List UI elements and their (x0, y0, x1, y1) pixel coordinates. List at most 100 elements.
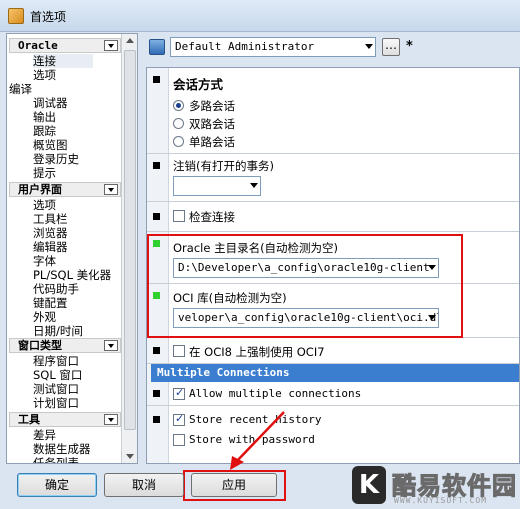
more-button[interactable]: … (382, 38, 400, 56)
watermark-url: WWW.KUYISOFT.COM (394, 496, 488, 505)
tree-item-label: 编译 (9, 82, 32, 96)
tree-item-label: 测试窗口 (33, 382, 79, 396)
history-section: Store recent history Store with password (147, 406, 519, 452)
tree-item-13[interactable]: 浏览器 (33, 226, 68, 240)
radio-multi-session[interactable] (173, 100, 184, 111)
force-oci7-checkbox[interactable] (173, 345, 185, 357)
tree-item-12[interactable]: 工具栏 (33, 212, 68, 226)
tree-item-label: 连接 (33, 54, 56, 68)
highlight-box-paths (147, 234, 463, 338)
multiple-connections-banner: Multiple Connections (151, 364, 519, 382)
tree-item-label: 提示 (33, 166, 56, 180)
tree-item-14[interactable]: 编辑器 (33, 240, 68, 254)
tree-item-1[interactable]: 连接 (33, 54, 93, 68)
check-connection-checkbox[interactable] (173, 210, 185, 222)
scroll-up-icon[interactable] (126, 38, 134, 43)
chevron-down-icon (250, 183, 258, 188)
tree-item-9[interactable]: 提示 (33, 166, 56, 180)
profile-select[interactable]: Default Administrator (170, 37, 376, 57)
radio-single-session-label: 单路会话 (189, 135, 235, 149)
tree-item-29[interactable]: 任务列表 (33, 456, 79, 464)
section-marker (153, 162, 160, 169)
tree-group-0[interactable]: Oracle (9, 38, 121, 53)
tree-item-label: 调试器 (33, 96, 68, 110)
collapse-icon[interactable] (104, 414, 118, 425)
tree-item-25[interactable]: 计划窗口 (33, 396, 79, 410)
tree-group-21[interactable]: 窗口类型 (9, 338, 121, 353)
annotation-arrow (230, 411, 285, 470)
allow-multiple-section: Allow multiple connections (147, 382, 519, 406)
tree-item-11[interactable]: 选项 (33, 198, 56, 212)
tree-item-label: Oracle (18, 39, 58, 52)
tree-item-15[interactable]: 字体 (33, 254, 56, 268)
check-connection-section: 检查连接 (147, 202, 519, 232)
apply-button[interactable]: 应用 (191, 473, 277, 497)
scroll-thumb[interactable] (124, 50, 136, 430)
section-marker (153, 213, 160, 220)
tree-item-label: 字体 (33, 254, 56, 268)
profile-toolbar: Default Administrator … * (144, 33, 520, 61)
watermark-logo: K (352, 466, 386, 504)
tree-item-3[interactable]: 编译 (9, 82, 32, 96)
allow-multiple-label: Allow multiple connections (189, 387, 362, 400)
store-password-checkbox[interactable] (173, 434, 185, 446)
radio-single-session[interactable] (173, 136, 184, 147)
tree-item-22[interactable]: 程序窗口 (33, 354, 79, 368)
logoff-label: 注销(有打开的事务) (173, 159, 274, 173)
tree-item-27[interactable]: 差异 (33, 428, 56, 442)
tree-item-label: 计划窗口 (33, 396, 79, 410)
tree-item-label: 日期/时间 (33, 324, 83, 338)
tree-item-label: 工具 (18, 413, 40, 426)
tree-item-label: 编辑器 (33, 240, 68, 254)
site-watermark: K 酷易软件园 WWW.KUYISOFT.COM (352, 464, 520, 509)
tree-item-label: SQL 窗口 (33, 368, 83, 382)
store-recent-checkbox[interactable] (173, 412, 185, 426)
tree-item-28[interactable]: 数据生成器 (33, 442, 91, 456)
tree-group-26[interactable]: 工具 (9, 412, 121, 427)
tree-item-label: 键配置 (33, 296, 68, 310)
allow-multiple-checkbox[interactable] (173, 386, 185, 400)
tree-item-7[interactable]: 概览图 (33, 138, 68, 152)
modified-marker: * (406, 39, 413, 54)
tree-item-23[interactable]: SQL 窗口 (33, 368, 82, 382)
radio-dual-session[interactable] (173, 118, 184, 129)
tree-item-19[interactable]: 外观 (33, 310, 56, 324)
session-heading: 会话方式 (173, 77, 224, 92)
section-marker (153, 390, 160, 397)
tree-item-24[interactable]: 测试窗口 (33, 382, 79, 396)
collapse-icon[interactable] (104, 184, 118, 195)
tree-item-4[interactable]: 调试器 (33, 96, 68, 110)
collapse-icon[interactable] (104, 340, 118, 351)
profile-select-value: Default Administrator (175, 40, 315, 53)
scroll-down-icon[interactable] (126, 454, 134, 459)
force-oci7-label: 在 OCI8 上强制使用 OCI7 (189, 345, 325, 359)
ok-button[interactable]: 确定 (17, 473, 97, 497)
force-oci7-section: 在 OCI8 上强制使用 OCI7 (147, 338, 519, 364)
chevron-down-icon (365, 44, 373, 49)
tree-item-label: 用户界面 (18, 183, 62, 196)
tree-item-label: 选项 (33, 68, 56, 82)
check-connection-label: 检查连接 (189, 210, 235, 224)
tree-item-16[interactable]: PL/SQL 美化器 (33, 268, 111, 282)
section-marker (153, 347, 160, 354)
tree-item-5[interactable]: 输出 (33, 110, 56, 124)
tree-item-label: PL/SQL 美化器 (33, 268, 112, 282)
tree-item-18[interactable]: 键配置 (33, 296, 68, 310)
cancel-button[interactable]: 取消 (104, 473, 184, 497)
tree-item-label: 差异 (33, 428, 56, 442)
tree-group-10[interactable]: 用户界面 (9, 182, 121, 197)
tree-item-6[interactable]: 跟踪 (33, 124, 56, 138)
tree-scrollbar[interactable] (121, 34, 137, 463)
tree-item-8[interactable]: 登录历史 (33, 152, 79, 166)
tree-item-17[interactable]: 代码助手 (33, 282, 79, 296)
tree-item-2[interactable]: 选项 (33, 68, 56, 82)
collapse-icon[interactable] (104, 40, 118, 51)
tree-item-20[interactable]: 日期/时间 (33, 324, 83, 338)
logoff-select[interactable] (173, 176, 261, 196)
tree-item-label: 浏览器 (33, 226, 68, 240)
preferences-tree: Oracle 连接 选项 编译 调试器 输出 跟踪 概览图 登录历史 提示 用户界面 选项 工具栏 浏览器… (6, 33, 138, 464)
tree-item-label: 任务列表 (33, 456, 79, 464)
tree-item-label: 程序窗口 (33, 354, 79, 368)
app-icon (8, 8, 24, 24)
window-title: 首选项 (30, 10, 67, 24)
